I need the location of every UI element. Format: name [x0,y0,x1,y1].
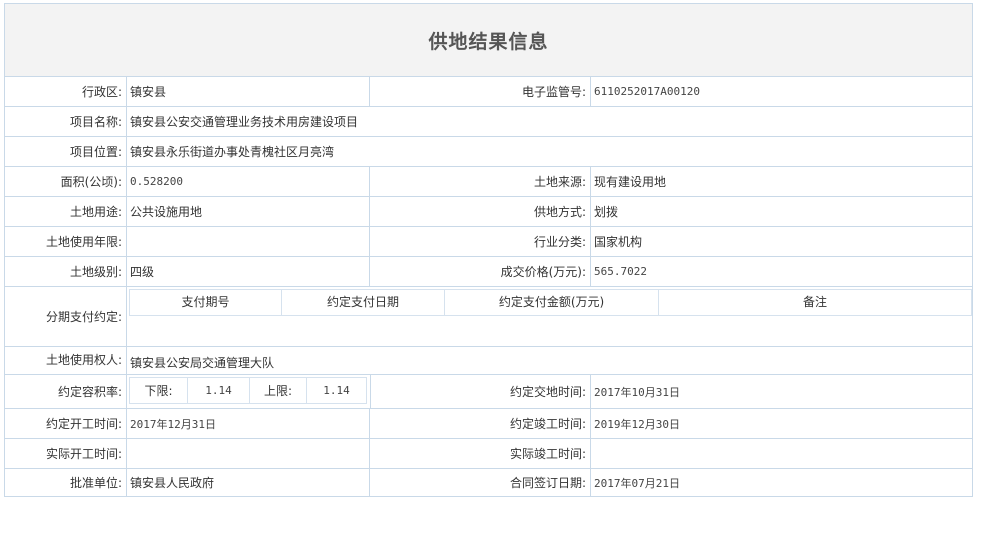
label-supply-method: 供地方式: [370,197,591,226]
label-project-name: 项目名称: [5,107,127,136]
value-land-source: 现有建设用地 [594,175,667,189]
row-land-grade: 土地级别: 四级 成交价格(万元): 565.7022 [5,257,972,287]
label-land-grade: 土地级别: [5,257,127,286]
label-monitor-no: 电子监管号: [370,77,591,106]
label-project-location: 项目位置: [5,137,127,166]
value-land-use: 公共设施用地 [127,197,370,226]
value-right-holder: 镇安县公安局交通管理大队 [130,356,275,370]
installment-header-amount: 约定支付金额(万元) [445,290,659,315]
page-title: 供地结果信息 [428,30,549,53]
value-land-grade: 四级 [127,257,370,286]
label-area: 面积(公顷): [5,167,127,196]
value-project-location: 镇安县永乐街道办事处青槐社区月亮湾 [130,145,335,159]
label-approver: 批准单位: [5,469,127,496]
label-price: 成交价格(万元): [370,257,591,286]
far-box: 下限: 1.14 上限: 1.14 [129,377,367,404]
label-finish-time: 约定竣工时间: [370,409,591,438]
label-contract-date: 合同签订日期: [370,469,591,496]
row-area: 面积(公顷): 0.528200 土地来源: 现有建设用地 [5,167,972,197]
installment-header-remark: 备注 [802,295,827,309]
row-project-name: 项目名称: 镇安县公安交通管理业务技术用房建设项目 [5,107,972,137]
label-start-time: 约定开工时间: [5,409,127,438]
value-area: 0.528200 [127,167,370,196]
far-lower-value: 1.14 [188,378,250,403]
far-upper-label: 上限: [250,378,307,403]
value-start-time: 2017年12月31日 [127,409,370,438]
row-installment: 分期支付约定: 支付期号 约定支付日期 约定支付金额(万元) 备注 [5,287,972,347]
row-right-holder: 土地使用权人: 镇安县公安局交通管理大队 [5,347,972,375]
row-use-years: 土地使用年限: 行业分类: 国家机构 [5,227,972,257]
label-far: 约定容积率: [5,375,127,408]
value-contract-date: 2017年07月21日 [594,476,680,490]
row-start-finish: 约定开工时间: 2017年12月31日 约定竣工时间: 2019年12月30日 [5,409,972,439]
value-industry: 国家机构 [594,235,643,249]
row-district: 行政区: 镇安县 电子监管号: 6110252017A00120 [5,77,972,107]
installment-header-period: 支付期号 [130,290,282,315]
label-actual-finish: 实际竣工时间: [370,439,591,468]
value-monitor-no: 6110252017A00120 [594,85,700,98]
value-delivery-time: 2017年10月31日 [594,385,680,399]
installment-header-date: 约定支付日期 [282,290,445,315]
title-bar: 供地结果信息 [5,4,972,77]
row-approver: 批准单位: 镇安县人民政府 合同签订日期: 2017年07月21日 [5,469,972,496]
supply-result-card: 供地结果信息 行政区: 镇安县 电子监管号: 6110252017A00120 … [4,3,973,497]
label-right-holder: 土地使用权人: [5,347,127,374]
value-actual-start [127,439,370,468]
row-far: 约定容积率: 下限: 1.14 上限: 1.14 约定交地时间: 2017年10… [5,375,972,409]
label-installment: 分期支付约定: [5,287,127,346]
label-use-years: 土地使用年限: [5,227,127,256]
label-land-source: 土地来源: [370,167,591,196]
label-actual-start: 实际开工时间: [5,439,127,468]
value-approver: 镇安县人民政府 [127,469,370,496]
label-district: 行政区: [5,77,127,106]
value-finish-time: 2019年12月30日 [594,417,680,431]
value-actual-finish [591,439,972,468]
label-delivery-time: 约定交地时间: [370,375,591,408]
row-project-location: 项目位置: 镇安县永乐街道办事处青槐社区月亮湾 [5,137,972,167]
far-upper-value: 1.14 [323,384,350,397]
value-price: 565.7022 [594,265,647,278]
label-industry: 行业分类: [370,227,591,256]
label-land-use: 土地用途: [5,197,127,226]
installment-table: 支付期号 约定支付日期 约定支付金额(万元) 备注 [129,289,972,316]
value-supply-method: 划拨 [594,205,619,219]
row-land-use: 土地用途: 公共设施用地 供地方式: 划拨 [5,197,972,227]
value-project-name: 镇安县公安交通管理业务技术用房建设项目 [130,115,359,129]
far-lower-label: 下限: [130,378,188,403]
row-actual: 实际开工时间: 实际竣工时间: [5,439,972,469]
value-use-years [127,227,370,256]
value-district: 镇安县 [127,77,370,106]
